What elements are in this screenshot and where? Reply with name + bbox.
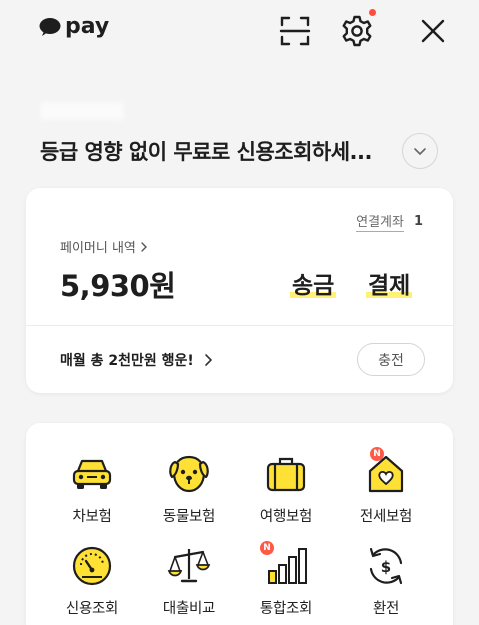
linked-accounts[interactable]: 연결계좌 1 [356,211,423,232]
service-label: 환전 [372,601,400,617]
service-loan-compare[interactable]: 대출비교 [139,543,239,618]
balance-amount: 5,930원 [60,269,176,303]
linked-accounts-label: 연결계좌 [356,211,404,232]
pay-button[interactable]: 결제 [366,266,413,300]
logo-text: pay [65,14,110,39]
pay-money-card: 연결계좌 1 페이머니 내역 5,930원 송금 결제 매월 총 2천만원 행운… [26,188,453,393]
service-label: 신용조회 [65,601,119,617]
exchange-icon: $ [369,547,403,585]
credit-check-banner[interactable]: 등급 영향 없이 무료로 신용조회하세... [40,136,372,166]
card-divider [26,325,453,326]
service-label: 전세보험 [359,509,413,525]
service-integrated-inquiry[interactable]: N 통합조회 [236,541,336,618]
service-pet-insurance[interactable]: 동물보험 [139,451,239,526]
blurred-user-name [40,102,124,120]
notification-dot [369,9,376,16]
settings-button[interactable] [340,14,374,48]
scan-button[interactable] [278,14,312,48]
gauge-icon [72,546,112,586]
service-car-insurance[interactable]: 차보험 [42,451,142,526]
close-button[interactable] [416,14,450,48]
service-label: 대출비교 [162,601,216,617]
luggage-icon [266,457,306,492]
send-label: 송금 [292,273,335,299]
money-history-label: 페이머니 내역 [60,241,136,256]
house-heart-icon [368,455,404,493]
top-bar: pay [0,0,479,62]
chevron-right-icon [204,354,212,366]
chevron-right-icon [141,241,147,252]
pay-label: 결제 [368,273,411,299]
service-label: 여행보험 [259,509,313,525]
chevron-down-icon [414,147,426,155]
scan-icon [279,16,311,46]
speech-bubble-icon [39,17,61,36]
service-label: 차보험 [72,509,112,525]
service-travel-insurance[interactable]: 여행보험 [236,451,336,526]
service-credit-check[interactable]: 신용조회 [42,543,142,618]
expand-banner-button[interactable] [402,133,438,169]
new-badge: N [370,447,384,461]
send-button[interactable]: 송금 [290,266,337,300]
svg-text:$: $ [381,558,391,576]
service-label: 동물보험 [162,509,216,525]
dog-icon [169,455,209,493]
service-jeonse-insurance[interactable]: N 전세보험 [336,447,436,526]
new-badge: N [260,541,274,555]
close-icon [421,19,445,43]
settings-icon [342,15,372,47]
service-currency-exchange[interactable]: $ 환전 [336,543,436,618]
service-label: 통합조회 [259,601,313,617]
promo-text: 매월 총 2천만원 행운! [60,353,194,369]
charge-button[interactable]: 충전 [357,343,425,376]
money-history-link[interactable]: 페이머니 내역 [60,237,148,256]
car-icon [72,459,112,489]
services-card: 차보험 동물보험 여행보험 N 전세보험 신용조회 대출비교 N 통합조회 $ … [26,423,453,625]
kakaopay-logo: pay [38,14,109,39]
scale-icon [167,549,211,583]
promo-link[interactable]: 매월 총 2천만원 행운! [60,350,213,370]
linked-accounts-count: 1 [413,214,423,229]
